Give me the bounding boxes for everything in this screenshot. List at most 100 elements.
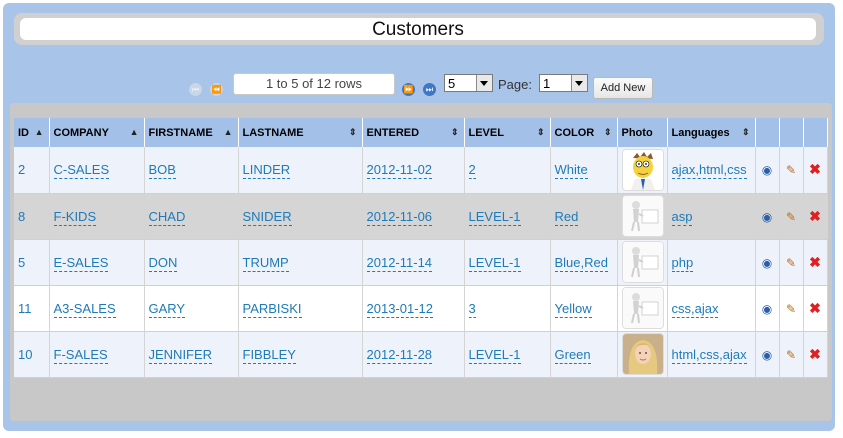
- page-title: Customers: [372, 19, 464, 40]
- customers-table: ID ▲︎ COMPANY ▲ FIRSTNAME ▲ LASTNAME ⇕ ENTER…: [14, 118, 828, 378]
- table-row: 11 A3-SALES GARY PARBISKI 2013-01-12 3 Y…: [14, 285, 828, 332]
- close-icon: ✖: [809, 161, 821, 178]
- col-header-delete: [803, 118, 828, 147]
- cell-photo: [617, 193, 668, 240]
- close-icon: ✖: [809, 253, 821, 270]
- pencil-icon: ✎: [785, 209, 797, 224]
- eye-icon: ◉: [761, 301, 773, 316]
- cell-company[interactable]: F-SALES: [49, 331, 145, 378]
- cell-level[interactable]: 2: [464, 147, 551, 194]
- cell-lastname[interactable]: TRUMP: [238, 239, 363, 286]
- cell-entered[interactable]: 2012-11-14: [362, 239, 465, 286]
- sort-icon: ⇕: [348, 127, 357, 137]
- cell-firstname[interactable]: BOB: [144, 147, 239, 194]
- table-row: 8 F-KIDS CHAD SNIDER 2012-11-06 LEVEL-1 …: [14, 193, 828, 240]
- delete-button[interactable]: ✖: [803, 239, 828, 286]
- view-button[interactable]: ◉: [755, 147, 780, 194]
- per-page-select[interactable]: 5: [444, 74, 493, 92]
- view-button[interactable]: ◉: [755, 193, 780, 240]
- eye-icon: ◉: [761, 255, 773, 270]
- cell-company[interactable]: F-KIDS: [49, 193, 145, 240]
- cell-id: 5: [14, 239, 50, 286]
- edit-button[interactable]: ✎: [779, 193, 804, 240]
- cell-entered[interactable]: 2013-01-12: [362, 285, 465, 332]
- cell-languages[interactable]: html,css,ajax: [667, 331, 756, 378]
- title-bar: Customers: [14, 13, 824, 45]
- col-header-company[interactable]: COMPANY ▲: [49, 118, 145, 147]
- cell-photo: [617, 285, 668, 332]
- col-header-photo: Photo: [617, 118, 668, 147]
- first-page-icon[interactable]: ⏮: [189, 83, 202, 96]
- cell-lastname[interactable]: PARBISKI: [238, 285, 363, 332]
- cell-color[interactable]: Yellow: [550, 285, 618, 332]
- view-button[interactable]: ◉: [755, 239, 780, 286]
- sort-asc-icon: ▲: [223, 127, 233, 137]
- next-page-icon[interactable]: ⏩: [402, 83, 415, 96]
- last-page-icon[interactable]: ⏭: [423, 83, 436, 96]
- cell-photo: [617, 239, 668, 286]
- cell-level[interactable]: LEVEL-1: [464, 193, 551, 240]
- edit-button[interactable]: ✎: [779, 147, 804, 194]
- cell-color[interactable]: Blue,Red: [550, 239, 618, 286]
- cell-lastname[interactable]: FIBBLEY: [238, 331, 363, 378]
- prev-page-icon[interactable]: ⏪: [210, 83, 223, 96]
- cell-languages[interactable]: ajax,html,css: [667, 147, 756, 194]
- cell-company[interactable]: C-SALES: [49, 147, 145, 194]
- sort-icon: ⇕: [450, 127, 459, 137]
- cell-entered[interactable]: 2012-11-28: [362, 331, 465, 378]
- edit-button[interactable]: ✎: [779, 285, 804, 332]
- col-header-view: [755, 118, 780, 147]
- chevron-down-icon: [571, 75, 587, 91]
- placeholder-photo: [621, 241, 664, 283]
- cell-level[interactable]: 3: [464, 285, 551, 332]
- page-select[interactable]: 1: [539, 74, 588, 92]
- edit-button[interactable]: ✎: [779, 239, 804, 286]
- cell-firstname[interactable]: DON: [144, 239, 239, 286]
- eye-icon: ◉: [761, 347, 773, 362]
- col-header-id[interactable]: ID ▲︎: [14, 118, 50, 147]
- cell-firstname[interactable]: GARY: [144, 285, 239, 332]
- close-icon: ✖: [809, 299, 821, 316]
- close-icon: ✖: [809, 345, 821, 362]
- cell-color[interactable]: Red: [550, 193, 618, 240]
- cell-color[interactable]: White: [550, 147, 618, 194]
- eye-icon: ◉: [761, 163, 773, 178]
- pencil-icon: ✎: [785, 301, 797, 316]
- col-header-edit: [779, 118, 804, 147]
- cell-company[interactable]: A3-SALES: [49, 285, 145, 332]
- view-button[interactable]: ◉: [755, 285, 780, 332]
- cell-level[interactable]: LEVEL-1: [464, 239, 551, 286]
- cell-languages[interactable]: php: [667, 239, 756, 286]
- delete-button[interactable]: ✖: [803, 331, 828, 378]
- delete-button[interactable]: ✖: [803, 193, 828, 240]
- sort-icon: ⇕: [603, 127, 612, 137]
- cell-company[interactable]: E-SALES: [49, 239, 145, 286]
- edit-button[interactable]: ✎: [779, 331, 804, 378]
- col-header-firstname[interactable]: FIRSTNAME ▲: [144, 118, 239, 147]
- cell-color[interactable]: Green: [550, 331, 618, 378]
- cell-lastname[interactable]: LINDER: [238, 147, 363, 194]
- view-button[interactable]: ◉: [755, 331, 780, 378]
- add-new-button[interactable]: Add New: [593, 77, 653, 99]
- col-header-lastname[interactable]: LASTNAME ⇕: [238, 118, 363, 147]
- cell-entered[interactable]: 2012-11-06: [362, 193, 465, 240]
- cell-id: 11: [14, 285, 50, 332]
- cell-languages[interactable]: css,ajax: [667, 285, 756, 332]
- cell-lastname[interactable]: SNIDER: [238, 193, 363, 240]
- col-header-entered[interactable]: ENTERED ⇕: [362, 118, 465, 147]
- close-icon: ✖: [809, 207, 821, 224]
- cell-entered[interactable]: 2012-11-02: [362, 147, 465, 194]
- sort-icon: ⇕: [741, 127, 750, 137]
- pencil-icon: ✎: [785, 255, 797, 270]
- table-row: 2 C-SALES BOB LINDER 2012-11-02 2 White: [14, 147, 828, 194]
- cell-firstname[interactable]: CHAD: [144, 193, 239, 240]
- col-header-level[interactable]: LEVEL ⇕: [464, 118, 551, 147]
- cell-languages[interactable]: asp: [667, 193, 756, 240]
- col-header-languages[interactable]: Languages ⇕: [667, 118, 756, 147]
- delete-button[interactable]: ✖: [803, 147, 828, 194]
- col-header-color[interactable]: COLOR ⇕: [550, 118, 618, 147]
- header-row: ID ▲︎ COMPANY ▲ FIRSTNAME ▲ LASTNAME ⇕ ENTER…: [14, 118, 828, 147]
- cell-firstname[interactable]: JENNIFER: [144, 331, 239, 378]
- delete-button[interactable]: ✖: [803, 285, 828, 332]
- cell-level[interactable]: LEVEL-1: [464, 331, 551, 378]
